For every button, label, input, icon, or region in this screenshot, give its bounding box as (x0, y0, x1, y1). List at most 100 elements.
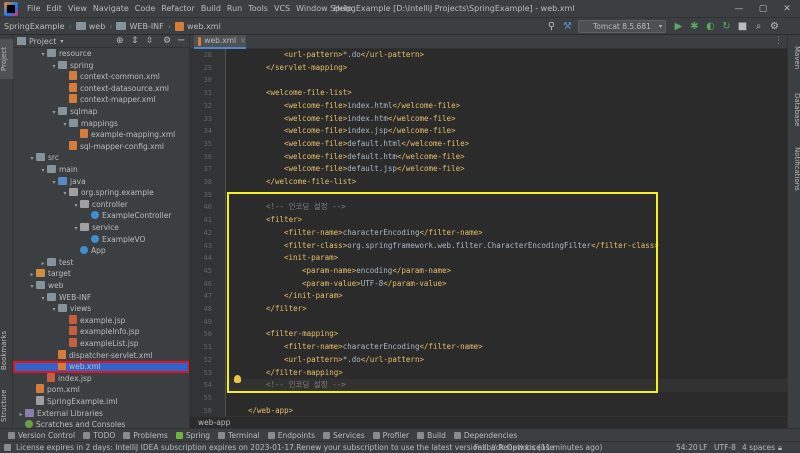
code-line[interactable]: <filter> (226, 214, 787, 227)
tool-tab-bookmarks[interactable]: Bookmarks (0, 325, 13, 375)
menu-code[interactable]: Code (132, 4, 158, 13)
run-configuration-select[interactable]: Tomcat 8.5.681 ▾ (578, 20, 666, 33)
code-line[interactable]: <welcome-file-list> (226, 87, 787, 100)
tool-version-control[interactable]: Version Control (8, 431, 75, 440)
tree-item[interactable]: Scratches and Consoles (13, 419, 189, 428)
tool-problems[interactable]: Problems (123, 431, 168, 440)
tool-terminal[interactable]: Terminal (218, 431, 260, 440)
tool-tab-database[interactable]: Database (788, 87, 800, 133)
code-line[interactable] (226, 316, 787, 329)
menu-window[interactable]: Window (293, 4, 331, 13)
code-line[interactable]: <url-pattern>*.do</url-pattern> (226, 49, 787, 62)
code-line[interactable]: </init-param> (226, 290, 787, 303)
tool-tab-notifications[interactable]: Notifications (788, 139, 800, 199)
menu-refactor[interactable]: Refactor (158, 4, 198, 13)
tree-item[interactable]: SpringExample.iml (13, 396, 189, 408)
menu-view[interactable]: View (65, 4, 90, 13)
hide-panel-icon[interactable]: − (177, 35, 185, 46)
code-line[interactable]: <param-name>encoding</param-name> (226, 265, 787, 278)
more-options-icon[interactable]: ⋮ (774, 36, 783, 46)
code-line[interactable] (226, 392, 787, 405)
tree-item[interactable]: ▾ org.spring.example (13, 187, 189, 199)
line-separator[interactable]: LF (699, 442, 708, 453)
stop-icon[interactable]: ■ (736, 20, 749, 33)
tree-item[interactable]: ▾ spring (13, 60, 189, 72)
code-line[interactable] (226, 189, 787, 202)
tool-services[interactable]: Services (323, 431, 365, 440)
search-everywhere-icon[interactable]: ⌕ (752, 20, 765, 33)
tree-item[interactable]: ▾ web (13, 280, 189, 292)
code-line[interactable]: </web-app> (226, 405, 787, 416)
tree-item[interactable]: ▾ resource (13, 48, 189, 60)
menu-build[interactable]: Build (198, 4, 224, 13)
tree-item[interactable]: ▾ views (13, 303, 189, 315)
breadcrumb-web-xml[interactable]: web.xml (171, 21, 225, 31)
code-line[interactable] (226, 74, 787, 87)
tree-item[interactable]: ▾ java (13, 176, 189, 188)
tree-item[interactable]: context-mapper.xml (13, 94, 189, 106)
file-encoding[interactable]: UTF-8 (714, 442, 736, 453)
coverage-icon[interactable]: ◐ (704, 20, 717, 33)
breadcrumb-project[interactable]: SpringExample (0, 22, 69, 31)
tool-profiler[interactable]: Profiler (372, 431, 409, 440)
tree-item[interactable]: context-datasource.xml (13, 82, 189, 95)
indent-setting[interactable]: 4 spaces (742, 442, 775, 453)
tree-item[interactable]: ▸ test (13, 257, 189, 269)
code-line[interactable]: <welcome-file>index.jsp</welcome-file> (226, 125, 787, 138)
background-task[interactable]: Fallback Options (11 minutes ago) (474, 442, 602, 453)
debug-icon[interactable]: ✱ (688, 20, 701, 33)
tree-item[interactable]: ▾ service (13, 222, 189, 234)
code-line[interactable]: <!-- 인코딩 설정 --> (226, 379, 787, 392)
editor-breadcrumb[interactable]: web-app (190, 416, 787, 428)
code-line[interactable]: <filter-name>characterEncoding</filter-n… (226, 227, 787, 240)
tree-item[interactable]: ExampleVO (13, 234, 189, 246)
tree-item[interactable]: example.jsp (13, 314, 189, 327)
tree-item[interactable]: App (13, 245, 189, 257)
lock-icon[interactable]: 🔒︎ (778, 442, 782, 453)
tree-item[interactable]: dispatcher-servlet.xml (13, 349, 189, 362)
collapse-all-icon[interactable]: ⇳ (146, 36, 154, 46)
menu-edit[interactable]: Edit (43, 4, 65, 13)
profile-icon[interactable]: ↻ (720, 20, 733, 33)
code-line[interactable]: <welcome-file>index.htm</welcome-file> (226, 113, 787, 126)
tree-item[interactable]: ▸ External Libraries (13, 408, 189, 420)
user-icon[interactable]: ⚲ (545, 20, 558, 33)
code-line[interactable]: <welcome-file>default.html</welcome-file… (226, 138, 787, 151)
tree-item[interactable]: ExampleController (13, 210, 189, 222)
tree-item[interactable]: ▸ target (13, 268, 189, 280)
tree-item[interactable]: index.jsp (13, 372, 189, 385)
code-line[interactable]: <filter-mapping> (226, 328, 787, 341)
chevron-down-icon[interactable]: ▾ (60, 38, 63, 45)
maximize-button[interactable]: ▢ (752, 0, 774, 18)
tool-tab-maven[interactable]: Maven (788, 41, 800, 75)
code-line[interactable]: <filter-class>org.springframework.web.fi… (226, 240, 787, 253)
code-line[interactable]: </filter-mapping> (226, 367, 787, 380)
tree-item[interactable]: ▾ controller (13, 199, 189, 211)
editor-tab-web-xml[interactable]: web.xml ✕ (194, 35, 246, 49)
tree-item[interactable]: example-mapping.xml (13, 129, 189, 141)
build-hammer-icon[interactable]: ⚒ (561, 20, 574, 33)
lightbulb-icon[interactable] (234, 375, 241, 383)
tree-item[interactable]: ▾ sqlmap (13, 106, 189, 118)
breadcrumb-web-inf[interactable]: WEB-INF (112, 22, 167, 31)
tree-item[interactable]: ▾ main (13, 164, 189, 176)
run-icon[interactable]: ▶ (672, 20, 685, 33)
close-tab-icon[interactable]: ✕ (240, 35, 246, 47)
project-panel-title[interactable]: Project (29, 37, 56, 46)
tree-item[interactable]: ▾ src (13, 152, 189, 164)
settings-gear-icon[interactable]: ⚙ (768, 20, 781, 33)
locate-target-icon[interactable]: ⊕ (116, 36, 124, 46)
tool-tab-project[interactable]: Project (0, 39, 13, 79)
code-line[interactable]: <param-value>UTF-8</param-value> (226, 278, 787, 291)
tree-item[interactable]: pom.xml (13, 384, 189, 396)
code-line[interactable]: <filter-name>characterEncoding</filter-n… (226, 341, 787, 354)
tool-dependencies[interactable]: Dependencies (453, 431, 517, 440)
tree-item[interactable]: exampleInfo.jsp (13, 326, 189, 338)
code-line[interactable]: </welcome-file-list> (226, 176, 787, 189)
tool-endpoints[interactable]: Endpoints (267, 431, 315, 440)
settings-gear-icon[interactable]: ⚙ (163, 36, 171, 46)
menu-run[interactable]: Run (224, 4, 245, 13)
menu-vcs[interactable]: VCS (271, 4, 293, 13)
code-line[interactable]: <!-- 인코딩 설정 --> (226, 201, 787, 214)
expand-all-icon[interactable]: ⇕ (131, 36, 139, 46)
